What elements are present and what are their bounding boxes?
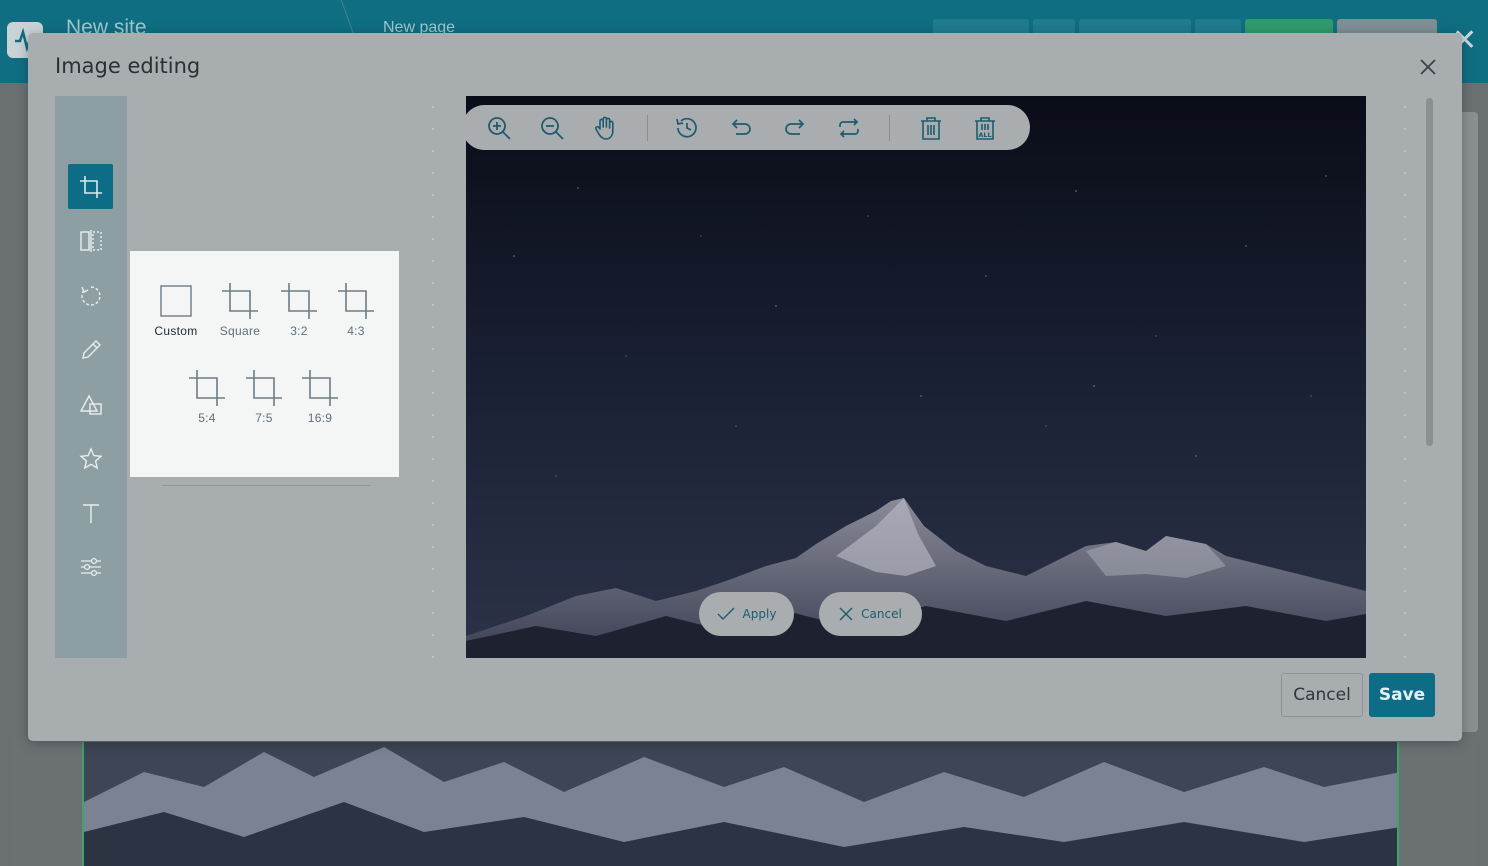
- rotate-tool-button[interactable]: [68, 273, 113, 318]
- trash-all-icon: ALL: [975, 117, 995, 140]
- side-panel: [1462, 112, 1478, 732]
- draw-tool-button[interactable]: [68, 327, 113, 372]
- pencil-icon: [81, 339, 101, 359]
- cancel-button[interactable]: Cancel: [1281, 673, 1363, 717]
- crop-preset-label: 4:3: [347, 324, 365, 338]
- undo-icon: [731, 119, 751, 135]
- hand-icon: [595, 116, 614, 140]
- tool-rail: [55, 96, 127, 658]
- close-icon: [839, 607, 853, 621]
- crop-tool-button[interactable]: [68, 164, 113, 209]
- page-hero-image[interactable]: [82, 742, 1399, 866]
- reset-button[interactable]: [834, 113, 864, 143]
- zoom-out-button[interactable]: [537, 113, 567, 143]
- modal-title: Image editing: [55, 54, 201, 78]
- zoom-in-icon: [488, 117, 511, 140]
- flip-icon: [79, 229, 102, 252]
- toolbar-separator: [647, 115, 648, 141]
- zoom-out-icon: [541, 117, 564, 140]
- image-editor: Custom Square 3:2 4:3 5:4 7:5 16:9 ALL A…: [55, 96, 1438, 658]
- crop-preset-16-9[interactable]: 16:9: [290, 367, 350, 425]
- sliders-icon: [80, 557, 101, 576]
- crop-preset-label: 7:5: [255, 411, 273, 425]
- text-tool-button[interactable]: [68, 490, 113, 535]
- rotate-icon: [80, 285, 101, 306]
- delete-button[interactable]: [916, 113, 946, 143]
- crop-icon: [281, 283, 317, 319]
- delete-all-badge: ALL: [978, 131, 991, 139]
- hand-button[interactable]: [591, 113, 621, 143]
- grid-dots: [432, 96, 434, 658]
- crop-preset-menu: Custom Square 3:2 4:3 5:4 7:5 16:9: [130, 251, 399, 477]
- crop-cancel-label: Cancel: [861, 607, 902, 621]
- mountain-image: [466, 96, 1366, 658]
- scrollbar-thumb[interactable]: [1426, 98, 1433, 446]
- crop-icon: [79, 175, 102, 198]
- shape-tool-button[interactable]: [68, 381, 113, 426]
- image-toolbar: ALL: [462, 105, 1030, 150]
- crop-preset-3-2[interactable]: 3:2: [269, 280, 329, 338]
- crop-preset-7-5[interactable]: 7:5: [234, 367, 294, 425]
- crop-preset-5-4[interactable]: 5:4: [177, 367, 237, 425]
- image-editing-modal: Image editing Custom Square 3:2 4:3 5:4 …: [28, 33, 1462, 741]
- crop-preset-label: 3:2: [290, 324, 308, 338]
- crop-preset-square[interactable]: Square: [210, 280, 270, 338]
- delete-all-button[interactable]: ALL: [970, 113, 1000, 143]
- crop-apply-button[interactable]: Apply: [699, 592, 794, 636]
- redo-button[interactable]: [780, 113, 810, 143]
- reset-icon: [839, 118, 859, 138]
- toolbar-separator: [889, 115, 890, 141]
- history-button[interactable]: [672, 113, 702, 143]
- history-icon: [676, 117, 697, 138]
- image-canvas[interactable]: [466, 96, 1366, 658]
- grid-dots: [1404, 96, 1406, 658]
- zoom-in-button[interactable]: [484, 113, 514, 143]
- crop-icon: [222, 283, 258, 319]
- shape-icon: [79, 394, 102, 415]
- crop-apply-label: Apply: [742, 607, 777, 621]
- trash-icon: [921, 117, 941, 140]
- crop-icon: [189, 370, 225, 406]
- crop-icon: [302, 370, 338, 406]
- crop-preset-label: Square: [219, 324, 261, 338]
- crop-preset-label: Custom: [154, 324, 198, 338]
- crop-preset-custom[interactable]: Custom: [146, 280, 206, 338]
- crop-preset-label: 5:4: [198, 411, 216, 425]
- crop-preset-label: 16:9: [307, 411, 333, 425]
- custom-crop-icon: [160, 285, 192, 317]
- redo-icon: [785, 119, 805, 135]
- crop-icon: [338, 283, 374, 319]
- save-button[interactable]: Save: [1369, 673, 1435, 717]
- crop-icon: [246, 370, 282, 406]
- panel-divider: [162, 485, 371, 486]
- text-icon: [82, 503, 99, 523]
- undo-button[interactable]: [726, 113, 756, 143]
- icon-tool-button[interactable]: [68, 436, 113, 481]
- star-icon: [78, 446, 103, 469]
- crop-preset-4-3[interactable]: 4:3: [326, 280, 386, 338]
- close-icon[interactable]: [1414, 53, 1442, 81]
- flip-tool-button[interactable]: [68, 218, 113, 263]
- crop-cancel-button[interactable]: Cancel: [819, 592, 922, 636]
- check-icon: [717, 607, 735, 620]
- filter-tool-button[interactable]: [68, 544, 113, 589]
